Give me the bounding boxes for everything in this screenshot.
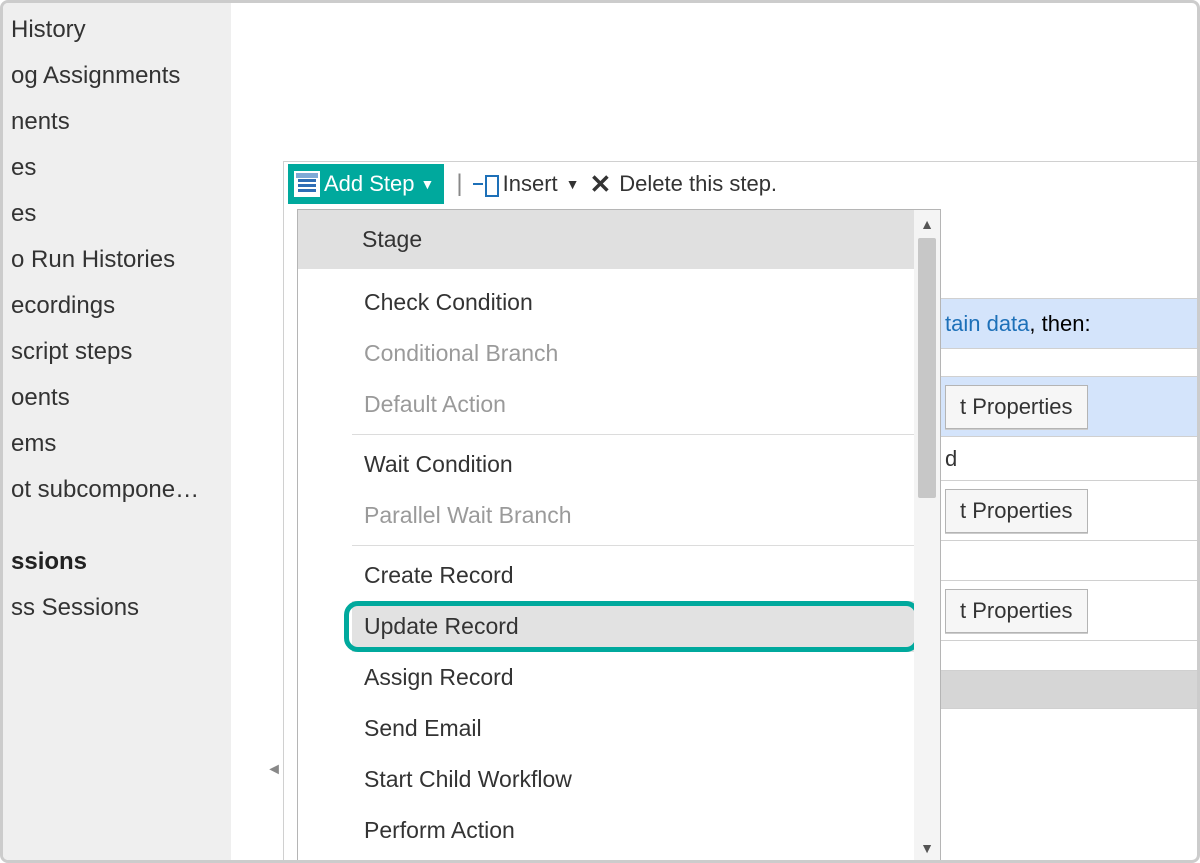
menu-item-send-email[interactable]: Send Email xyxy=(352,703,914,754)
menu-item-start-child-workflow[interactable]: Start Child Workflow xyxy=(352,754,914,805)
sidebar-item[interactable]: ss Sessions xyxy=(3,585,231,631)
sidebar-item[interactable]: ot subcompone… xyxy=(3,467,231,513)
chevron-down-icon: ▼ xyxy=(566,176,580,192)
toolbar-separator: | xyxy=(456,170,462,198)
workflow-toolbar: Add Step ▼ | Insert ▼ ✕ Delete this step… xyxy=(284,162,1200,206)
scroll-left-icon[interactable]: ◄ xyxy=(265,755,283,785)
set-properties-button[interactable]: t Properties xyxy=(945,385,1088,429)
add-step-icon xyxy=(294,171,320,197)
step-row-footer xyxy=(941,671,1200,709)
scroll-thumb[interactable] xyxy=(918,238,936,498)
menu-item-default-action: Default Action xyxy=(352,379,914,430)
sidebar-item[interactable]: script steps xyxy=(3,329,231,375)
sidebar-item[interactable]: ems xyxy=(3,421,231,467)
menu-item-update-record[interactable]: Update Record xyxy=(352,601,914,652)
condition-row[interactable]: tain data, then: xyxy=(941,299,1200,349)
step-row[interactable]: t Properties xyxy=(941,481,1200,541)
set-properties-button[interactable]: t Properties xyxy=(945,589,1088,633)
menu-scrollbar[interactable]: ▲ ▼ xyxy=(914,210,940,862)
add-step-label: Add Step xyxy=(324,171,415,197)
add-step-button[interactable]: Add Step ▼ xyxy=(288,164,444,204)
sidebar-item[interactable]: es xyxy=(3,191,231,237)
workflow-steps-preview: tain data, then: t Properties d t Proper… xyxy=(941,209,1200,709)
menu-item-check-condition[interactable]: Check Condition xyxy=(352,277,914,328)
sidebar-item[interactable]: ecordings xyxy=(3,283,231,329)
menu-item-create-record[interactable]: Create Record xyxy=(352,550,914,601)
delete-step-label: Delete this step. xyxy=(619,171,777,197)
scroll-up-icon[interactable]: ▲ xyxy=(914,212,940,236)
menu-item-stage[interactable]: Stage xyxy=(298,210,914,269)
step-row[interactable]: t Properties xyxy=(941,377,1200,437)
menu-item-perform-action[interactable]: Perform Action xyxy=(352,805,914,856)
menu-item-conditional-branch: Conditional Branch xyxy=(352,328,914,379)
then-text: , then: xyxy=(1029,311,1090,337)
insert-icon xyxy=(471,171,497,197)
menu-item-wait-condition[interactable]: Wait Condition xyxy=(352,439,914,490)
condition-link[interactable]: tain data xyxy=(945,311,1029,337)
add-step-menu: Stage Check Condition Conditional Branch… xyxy=(297,209,941,863)
sidebar-item[interactable]: History xyxy=(3,7,231,53)
sidebar: History og Assignments nents es es o Run… xyxy=(3,3,231,860)
chevron-down-icon: ▼ xyxy=(421,176,435,192)
sidebar-item[interactable]: oents xyxy=(3,375,231,421)
sidebar-section: ssions xyxy=(3,539,231,585)
sidebar-item[interactable]: og Assignments xyxy=(3,53,231,99)
step-row: d xyxy=(941,437,1200,481)
step-text: d xyxy=(945,446,957,472)
menu-item-parallel-wait-branch: Parallel Wait Branch xyxy=(352,490,914,541)
step-row[interactable]: t Properties xyxy=(941,581,1200,641)
insert-label: Insert xyxy=(503,171,558,197)
sidebar-item[interactable]: nents xyxy=(3,99,231,145)
sidebar-item[interactable]: es xyxy=(3,145,231,191)
menu-item-assign-record[interactable]: Assign Record xyxy=(352,652,914,703)
set-properties-button[interactable]: t Properties xyxy=(945,489,1088,533)
sidebar-item[interactable]: o Run Histories xyxy=(3,237,231,283)
scroll-down-icon[interactable]: ▼ xyxy=(914,836,940,860)
app-window: History og Assignments nents es es o Run… xyxy=(0,0,1200,863)
insert-button[interactable]: Insert ▼ xyxy=(471,171,580,197)
delete-icon[interactable]: ✕ xyxy=(590,169,612,200)
